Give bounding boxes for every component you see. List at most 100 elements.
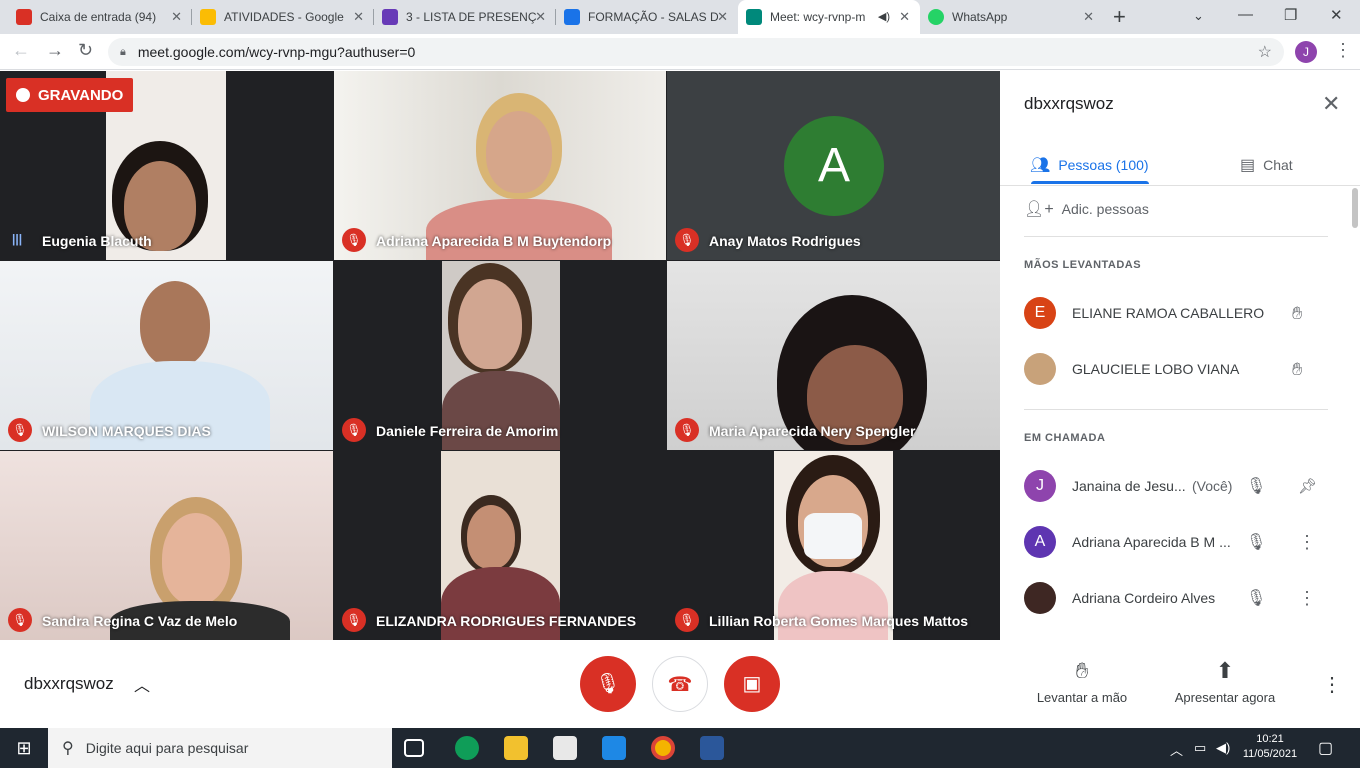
tab-chat[interactable]: ▤ Chat [1240,145,1293,185]
raise-hand-button[interactable]: ✋︎ Levantar a mão [1032,658,1132,705]
chrome-icon[interactable] [651,736,675,760]
close-icon[interactable]: ✕ [171,9,182,25]
taskbar-search[interactable]: ⚲ Digite aqui para pesquisar [48,728,392,768]
profile-avatar[interactable]: J [1295,41,1317,63]
video-grid: ||| Eugenia Blacuth 🎙︎ Adriana Aparecida… [0,71,1000,640]
tab-forms[interactable]: 3 - LISTA DE PRESENÇ ✕ [374,0,556,34]
speaking-indicator-icon: ||| [12,232,23,246]
participant-tile[interactable]: A 🎙︎ Anay Matos Rodrigues [667,71,1000,260]
close-icon[interactable]: ✕ [899,9,910,25]
mic-off-icon[interactable]: 🎙︎ [1246,588,1266,608]
leave-call-button[interactable]: ☎︎ [652,656,708,712]
hang-up-icon: ☎︎ [667,674,693,696]
more-options-icon[interactable]: ⋮ [1298,588,1316,609]
network-icon[interactable]: ▭ [1194,740,1206,756]
more-options-icon[interactable]: ⋮ [1298,532,1316,553]
participant-tile[interactable]: 🎙︎ Maria Aparecida Nery Spengler [667,261,1000,450]
raised-hand-icon[interactable]: ✋︎ [1292,303,1302,324]
mic-off-icon[interactable]: 🎙︎ [1246,476,1266,496]
video-feed [442,261,560,450]
mic-toggle-button[interactable]: 🎙︎ [580,656,636,712]
participant-tile[interactable]: 🎙︎ Daniele Ferreira de Amorim [334,261,666,450]
tab-gmail[interactable]: Caixa de entrada (94) ✕ [8,0,192,34]
store-icon[interactable] [553,736,577,760]
participant-tile[interactable]: 🎙︎ Adriana Aparecida B M Buytendorp [334,71,666,260]
word-icon[interactable] [700,736,724,760]
mail-icon[interactable] [602,736,626,760]
notification-icon[interactable]: ▢ [1318,738,1333,758]
tab-title: Caixa de entrada (94) [40,10,157,24]
tab-search-icon[interactable]: ⌄ [1193,8,1204,24]
divider [1000,185,1360,186]
clock-time: 10:21 [1256,733,1284,745]
tab-people[interactable]: 👥︎ Pessoas (100) [1030,145,1149,185]
list-item[interactable]: Adriana Cordeiro Alves 🎙︎ ⋮ [1024,578,1334,618]
chevron-up-icon[interactable]: ︿ [134,672,150,696]
tab-title: 3 - LISTA DE PRESENÇ [406,10,536,24]
close-icon[interactable]: ✕ [535,9,546,25]
edge-icon[interactable] [455,736,479,760]
close-panel-icon[interactable]: ✕ [1322,91,1340,117]
mic-off-icon: 🎙︎ [342,608,366,632]
forward-arrow-icon[interactable]: → [46,40,64,61]
close-icon[interactable]: ✕ [353,9,364,25]
file-explorer-icon[interactable] [504,736,528,760]
panel-scrollbar[interactable] [1352,188,1358,228]
forms-icon [382,9,398,25]
present-now-button[interactable]: ⬆︎ Apresentar agora [1168,658,1282,705]
raised-hand-icon[interactable]: ✋︎ [1292,359,1302,380]
meeting-controls: dbxxrqswoz ︿ 🎙︎ ☎︎ ▣ ✋︎ Levantar a mão ⬆… [0,640,1360,728]
mic-off-icon: 🎙︎ [675,608,699,632]
minimize-button[interactable]: — [1238,6,1253,23]
list-item[interactable]: E ELIANE RAMOA CABALLERO ✋︎ [1024,293,1334,333]
list-item[interactable]: GLAUCIELE LOBO VIANA ✋︎ [1024,349,1334,389]
system-clock[interactable]: 10:21 11/05/2021 [1240,732,1300,762]
reload-icon[interactable]: ↻ [78,40,93,61]
search-icon: ⚲ [62,740,74,757]
bookmark-star-icon[interactable]: ☆ [1258,42,1272,62]
close-window-button[interactable]: ✕ [1330,6,1343,24]
new-tab-button[interactable]: + [1113,4,1126,30]
audio-playing-icon[interactable]: ◀) [878,10,890,23]
volume-icon[interactable]: ◀) [1216,740,1230,756]
tray-chevron-icon[interactable]: ︿ [1170,740,1183,759]
record-dot-icon [16,88,30,102]
tab-title: WhatsApp [952,10,1008,24]
close-icon[interactable]: ✕ [1083,9,1094,25]
more-options-icon[interactable]: ⋮ [1322,672,1342,697]
participant-name: WILSON MARQUES DIAS [42,423,211,439]
avatar [1024,353,1056,385]
close-icon[interactable]: ✕ [717,9,728,25]
camera-toggle-button[interactable]: ▣ [724,656,780,712]
tab-meet[interactable]: Meet: wcy-rvnp-m ◀) ✕ [738,0,920,34]
add-person-icon: 👤︎+ [1024,201,1054,218]
participant-name: Eugenia Blacuth [42,233,152,249]
tab-whatsapp[interactable]: WhatsApp ✕ [920,0,1104,34]
raised-hands-header: MÃOS LEVANTADAS [1024,259,1142,271]
participant-tile[interactable]: 🎙︎ ELIZANDRA RODRIGUES FERNANDES [334,451,666,640]
avatar: A [1024,526,1056,558]
browser-menu-icon[interactable]: ⋮ [1334,40,1352,61]
tab-classroom[interactable]: FORMAÇÃO - SALAS D ✕ [556,0,738,34]
whatsapp-icon [928,9,944,25]
mic-off-icon[interactable]: 🎙︎ [1246,532,1266,552]
restore-button[interactable]: ❐ [1284,6,1297,24]
meeting-code[interactable]: dbxxrqswoz [24,674,114,694]
list-item[interactable]: J Janaina de Jesu... (Você) 🎙︎ 📌︎ [1024,466,1334,506]
address-bar[interactable]: 🔒︎ meet.google.com/wcy-rvnp-mgu?authuser… [108,38,1284,66]
divider [1024,409,1328,410]
pin-icon[interactable]: 📌︎ [1298,477,1317,495]
windows-start-icon[interactable]: ⊞ [0,728,48,768]
participant-name: Maria Aparecida Nery Spengler [709,423,916,439]
tab-drive[interactable]: ATIVIDADES - Google ✕ [192,0,374,34]
clock-date: 11/05/2021 [1242,748,1298,760]
list-item[interactable]: A Adriana Aparecida B M ... 🎙︎ ⋮ [1024,522,1334,562]
participant-tile[interactable]: 🎙︎ Lillian Roberta Gomes Marques Mattos [667,451,1000,640]
participant-tile[interactable]: 🎙︎ WILSON MARQUES DIAS [0,261,333,450]
participant-tile[interactable]: 🎙︎ Sandra Regina C Vaz de Melo [0,451,333,640]
hand-icon: ✋︎ [1075,658,1089,683]
add-people-button[interactable]: 👤︎+ Adic. pessoas [1024,199,1149,219]
task-view-icon[interactable] [404,739,424,757]
back-arrow-icon[interactable]: ← [12,40,30,61]
recording-label: GRAVANDO [38,86,124,104]
